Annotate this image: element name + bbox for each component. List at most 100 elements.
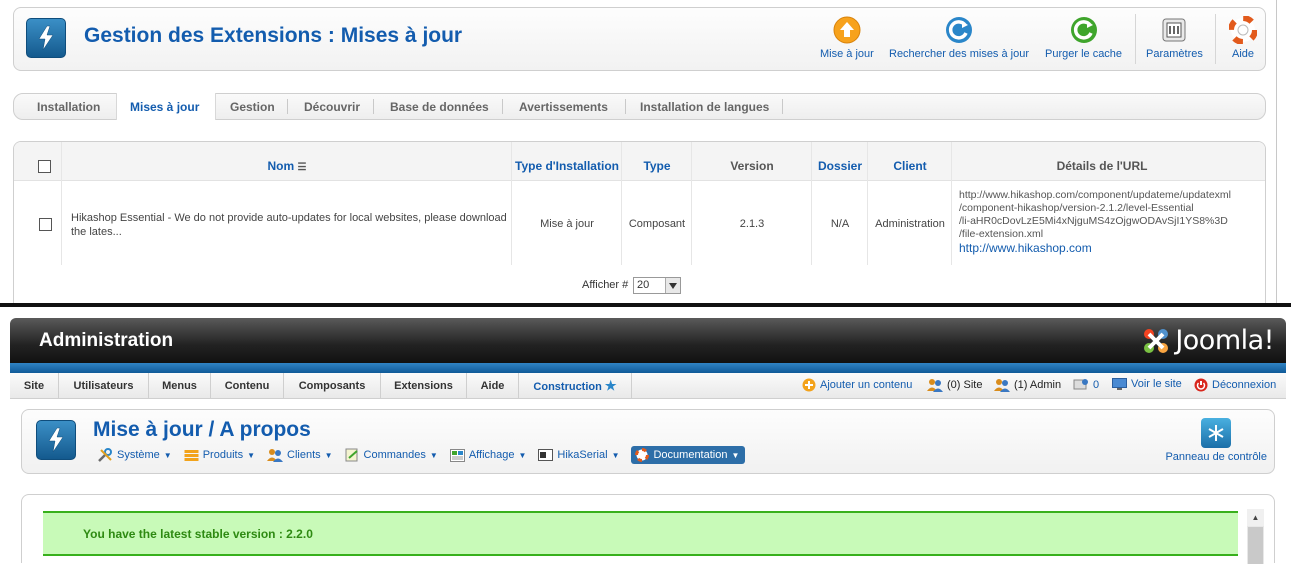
help-label: Aide [1231, 48, 1255, 60]
users-icon [994, 379, 1010, 392]
menu-menus[interactable]: Menus [149, 373, 211, 399]
submenu-documentation[interactable]: Documentation ▼ [631, 446, 746, 464]
messages-status[interactable]: 0 [1073, 378, 1099, 391]
version-value: 2.1.3 [739, 218, 765, 230]
chevron-down-icon: ▼ [163, 450, 172, 460]
scrollbar[interactable]: ▲ [1247, 509, 1264, 564]
joomla-logo-icon [1144, 328, 1169, 353]
column-install-type[interactable]: Type d'Installation [512, 142, 622, 181]
submenu-display[interactable]: Affichage ▼ [449, 448, 527, 462]
menu-construction[interactable]: Construction ★ [519, 373, 632, 399]
find-updates-label: Rechercher des mises à jour [889, 48, 1030, 60]
view-site-link[interactable]: Voir le site [1112, 378, 1182, 390]
lifebuoy-icon [635, 448, 650, 462]
scroll-up-icon[interactable]: ▲ [1247, 509, 1264, 526]
table-header: Nom ☰ Type d'Installation Type Version D… [14, 142, 1265, 181]
lifebuoy-icon [1229, 16, 1257, 44]
url-line: /file-extension.xml [959, 228, 1044, 240]
tab-install-languages[interactable]: Installation de langues [640, 100, 769, 114]
column-divider [511, 142, 512, 265]
row-checkbox[interactable] [39, 218, 52, 231]
refresh-icon [945, 16, 973, 44]
column-name[interactable]: Nom ☰ [62, 142, 512, 181]
tab-warnings[interactable]: Avertissements [519, 100, 608, 114]
column-folder[interactable]: Dossier [812, 142, 868, 181]
toolbar: Gestion des Extensions : Mises à jour Mi… [13, 7, 1266, 71]
menu-content[interactable]: Contenu [211, 373, 284, 399]
logout-link[interactable]: Déconnexion [1194, 378, 1276, 392]
url-line: /component-hikashop/version-2.1.2/level-… [959, 202, 1194, 214]
tab-divider [782, 99, 783, 114]
messages-icon [1073, 379, 1088, 390]
version-status-message: You have the latest stable version : 2.2… [43, 511, 1238, 556]
serial-icon [538, 449, 554, 461]
options-button[interactable]: Paramètres [1146, 16, 1203, 60]
column-type[interactable]: Type [622, 142, 692, 181]
menu-users[interactable]: Utilisateurs [59, 373, 149, 399]
menu-components[interactable]: Composants [284, 373, 381, 399]
control-panel-button[interactable]: Panneau de contrôle [1165, 418, 1267, 463]
menu-site[interactable]: Site [10, 373, 59, 399]
joomla-logo: Joomla! [1141, 325, 1274, 356]
main-content: You have the latest stable version : 2.2… [21, 494, 1275, 564]
options-icon [1160, 16, 1188, 44]
extension-name: Hikashop Essential - We do not provide a… [71, 212, 507, 238]
tab-divider [373, 99, 374, 114]
add-content-link[interactable]: Ajouter un contenu [802, 378, 912, 392]
type-value: Composant [628, 218, 686, 230]
extension-manager-panel: Gestion des Extensions : Mises à jour Mi… [0, 0, 1291, 303]
tab-discover[interactable]: Découvrir [304, 100, 360, 114]
url-line: /li-aHR0cDovLzE5Mi4xNjguMS4zOjgwODAvSjI1… [959, 215, 1228, 227]
update-button[interactable]: Mise à jour [820, 16, 874, 60]
panel-border [1276, 0, 1277, 303]
column-divider [867, 142, 868, 265]
tab-divider [287, 99, 288, 114]
select-all-checkbox[interactable] [38, 160, 51, 173]
submenu-customers[interactable]: Clients ▼ [267, 448, 333, 462]
submenu-system[interactable]: Système ▼ [98, 448, 172, 462]
column-divider [811, 142, 812, 265]
update-label: Mise à jour [820, 48, 874, 60]
toolbar-divider [1135, 14, 1136, 64]
menu-extensions[interactable]: Extensions [381, 373, 467, 399]
column-version[interactable]: Version [692, 142, 812, 181]
tab-updates[interactable]: Mises à jour [130, 100, 199, 114]
extension-manager-icon [26, 18, 66, 58]
purge-cache-button[interactable]: Purger le cache [1045, 16, 1122, 60]
display-count-select[interactable]: 20 [633, 277, 681, 294]
users-icon [267, 449, 283, 462]
tab-manage[interactable]: Gestion [230, 100, 275, 114]
client-value: Administration [875, 218, 945, 230]
options-label: Paramètres [1146, 48, 1203, 60]
folder-value: N/A [830, 218, 850, 230]
purge-cache-label: Purger le cache [1045, 48, 1123, 60]
page-title: Gestion des Extensions : Mises à jour [84, 24, 463, 47]
submenu-hikaserial[interactable]: HikaSerial ▼ [538, 449, 619, 461]
menu-help[interactable]: Aide [467, 373, 519, 399]
url-link[interactable]: http://www.hikashop.com [959, 241, 1259, 255]
help-button[interactable]: Aide [1229, 16, 1257, 60]
column-url-details: Détails de l'URL [1056, 159, 1148, 173]
column-client[interactable]: Client [868, 142, 952, 181]
updates-table: Nom ☰ Type d'Installation Type Version D… [13, 141, 1266, 303]
users-icon [927, 379, 943, 392]
install-type-value: Mise à jour [540, 218, 594, 230]
chevron-down-icon: ▼ [731, 450, 740, 460]
tab-database[interactable]: Base de données [390, 100, 489, 114]
column-divider [621, 142, 622, 265]
chevron-down-icon: ▼ [518, 450, 527, 460]
chevron-down-icon: ▼ [247, 450, 255, 460]
component-toolbar: Mise à jour / A propos Système ▼ Produits… [21, 409, 1275, 474]
scrollbar-thumb[interactable] [1248, 527, 1263, 564]
orders-icon [345, 448, 358, 462]
table-footer: Afficher # 20 [14, 271, 1265, 303]
admin-header: Administration Joomla! [10, 318, 1286, 363]
chevron-down-icon: ▼ [324, 450, 333, 460]
admin-users-status[interactable]: (1) Admin [994, 378, 1061, 392]
site-users-status[interactable]: (0) Site [927, 378, 982, 392]
submenu-products[interactable]: Produits ▼ [184, 449, 255, 462]
tab-installation[interactable]: Installation [37, 100, 100, 114]
submenu-orders[interactable]: Commandes ▼ [345, 448, 438, 462]
find-updates-button[interactable]: Rechercher des mises à jour [889, 16, 1029, 60]
star-icon: ★ [604, 378, 617, 393]
